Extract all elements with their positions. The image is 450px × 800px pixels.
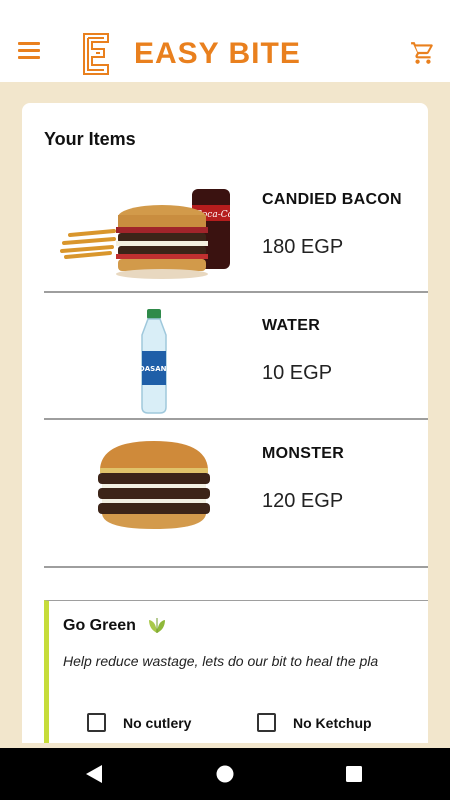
system-navigation-bar [0,748,450,800]
item-price: 120 EGP [262,490,344,512]
item-divider [44,418,428,420]
shopping-cart-icon[interactable] [410,40,436,66]
item-name: CANDIED BACON [262,191,402,208]
go-green-title: Go Green [63,617,136,634]
hamburger-menu-icon[interactable] [18,42,42,60]
no-cutlery-option[interactable]: No cutlery [87,713,191,732]
leaf-icon [149,618,165,633]
no-cutlery-checkbox[interactable] [87,713,106,732]
cart-item[interactable]: Coca-Cola CANDIED BACON 180 EGP [44,181,428,307]
triple-burger-image [98,441,210,529]
no-cutlery-label: No cutlery [123,714,192,731]
no-ketchup-option[interactable]: No Ketchup [257,713,372,732]
item-divider [44,566,428,568]
no-ketchup-label: No Ketchup [293,714,372,731]
logo-mark-icon [83,33,109,75]
go-green-section: Go Green Help reduce wastage, lets do ou… [44,600,428,743]
back-triangle-icon[interactable] [64,748,124,800]
item-price: 10 EGP [262,362,333,384]
item-price: 180 EGP [262,236,344,258]
go-green-description: Help reduce wastage, lets do our bit to … [63,653,379,669]
recents-square-icon[interactable] [324,748,384,800]
svg-text:DASANI: DASANI [139,365,169,373]
cart-item[interactable]: DASANI WATER 10 EGP [44,307,428,433]
home-circle-icon[interactable] [195,748,255,800]
brand-logo: EASY BITE [82,32,301,76]
water-bottle-image: DASANI [139,309,169,414]
item-divider [44,291,428,293]
cart-item[interactable]: MONSTER 120 EGP [44,435,428,561]
burger-combo-image: Coca-Cola [60,189,241,279]
cart-card: Your Items Coca-Cola CANDIED BACON 180 E… [22,103,428,743]
item-name: MONSTER [262,445,345,462]
item-name: WATER [262,317,321,334]
page-title: Your Items [44,129,136,149]
no-ketchup-checkbox[interactable] [257,713,276,732]
brand-name: EASY BITE [134,37,301,70]
app-bar: EASY BITE [0,0,450,82]
